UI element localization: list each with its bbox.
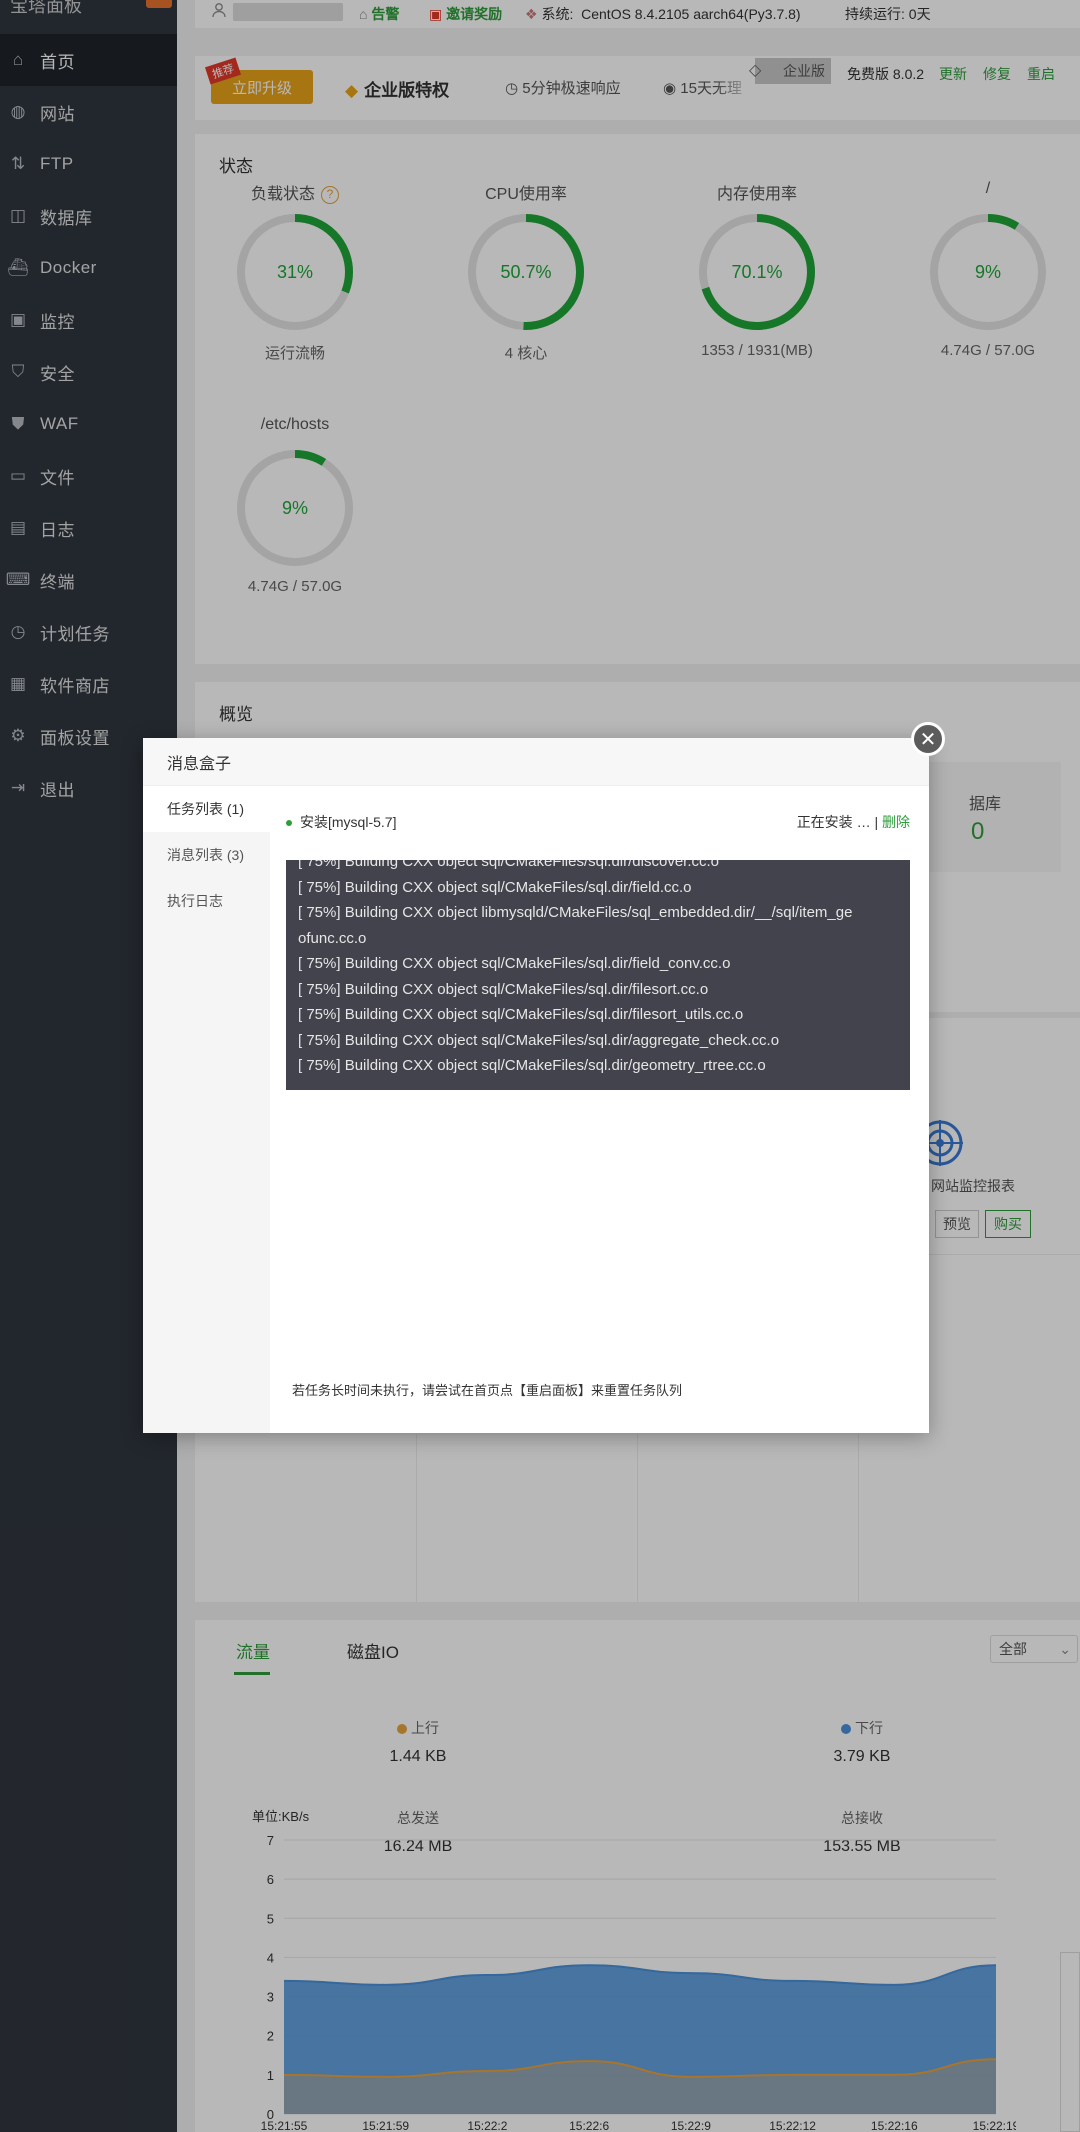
task-status-dot xyxy=(286,820,292,827)
modal-nav: 任务列表 (1) 消息列表 (3) 执行日志 xyxy=(143,786,270,1433)
close-button[interactable]: ✕ xyxy=(911,722,945,756)
modal-body: 安装[mysql-5.7] 正在安装 … | 删除 [ 75%] Buildin… xyxy=(270,786,929,1433)
task-delete-link[interactable]: 删除 xyxy=(882,814,910,830)
modal-header: 消息盒子 xyxy=(143,738,929,786)
task-footer-hint: 若任务长时间未执行，请尝试在首页点【重启面板】来重置任务队列 xyxy=(292,1383,683,1398)
task-status-text: 正在安装 … xyxy=(796,814,875,830)
log-line: [ 75%] Building CXX object sql/CMakeFile… xyxy=(298,980,709,998)
nav-task-list[interactable]: 任务列表 (1) xyxy=(143,786,270,832)
log-line: ofunc.cc.o xyxy=(298,929,367,947)
log-line: [ 75%] Building CXX object sql/CMakeFile… xyxy=(298,1031,780,1049)
log-line: [ 75%] Building CXX object sql/CMakeFile… xyxy=(298,860,720,870)
log-line: [ 75%] Building CXX object libmysqld/CMa… xyxy=(298,904,853,921)
modal-title: 消息盒子 xyxy=(167,755,232,773)
log-line: [ 75%] Building CXX object sql/CMakeFile… xyxy=(298,955,731,972)
message-box-modal: 消息盒子 ✕ 任务列表 (1) 消息列表 (3) 执行日志 安装[mysql-5… xyxy=(143,722,945,1433)
log-line: [ 75%] Building CXX object sql/CMakeFile… xyxy=(298,878,692,896)
close-icon: ✕ xyxy=(919,728,937,751)
task-status-area: 正在安装 … | 删除 xyxy=(796,814,910,830)
nav-execution-log[interactable]: 执行日志 xyxy=(143,878,270,924)
nav-message-list[interactable]: 消息列表 (3) xyxy=(143,832,270,878)
install-log[interactable]: [ 75%] Building CXX object sql/CMakeFile… xyxy=(286,860,910,1090)
task-name: 安装[mysql-5.7] xyxy=(300,814,397,830)
log-line: [ 75%] Building CXX object sql/CMakeFile… xyxy=(298,1006,744,1023)
log-line: [ 75%] Building CXX object sql/CMakeFile… xyxy=(298,1057,766,1074)
task-header: 安装[mysql-5.7] 正在安装 … | 删除 xyxy=(286,812,910,832)
